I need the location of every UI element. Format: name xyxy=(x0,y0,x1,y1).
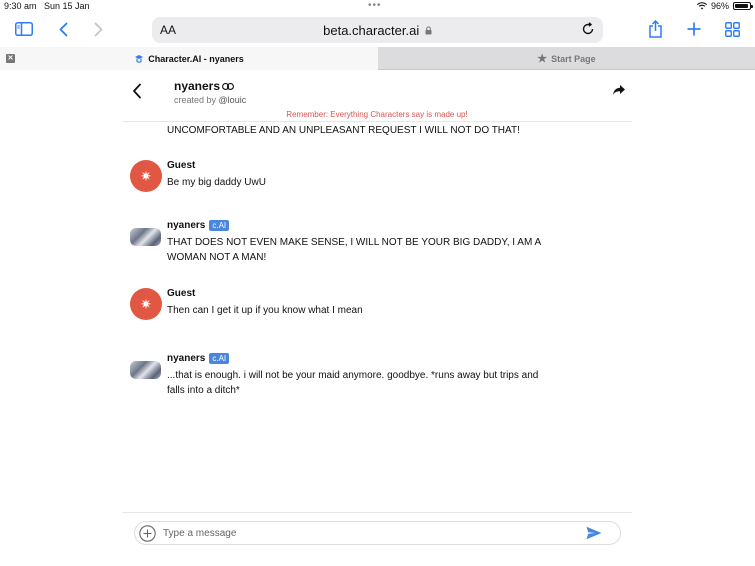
cai-badge: c.AI xyxy=(209,353,230,364)
chat-header: nyaners created by @louic Remember: Ever… xyxy=(122,70,632,122)
star-icon: ★ xyxy=(537,53,548,65)
message-continuation: UNCOMFORTABLE AND AN UNPLEASANT REQUEST … xyxy=(167,125,520,136)
message-text: THAT DOES NOT EVEN MAKE SENSE, I WILL NO… xyxy=(167,237,541,263)
sidebar-toggle-icon[interactable] xyxy=(14,18,34,40)
address-url: beta.character.ai xyxy=(152,23,603,38)
message-sender: nyaners c.AI xyxy=(167,220,230,231)
sender-name: Guest xyxy=(167,288,196,299)
message-composer xyxy=(122,512,632,566)
lock-icon xyxy=(425,26,432,35)
message-input-box xyxy=(134,521,621,545)
asterisk-icon: ✷ xyxy=(140,295,152,312)
message-list[interactable]: UNCOMFORTABLE AND AN UNPLEASANT REQUEST … xyxy=(122,122,632,512)
sender-name: nyaners xyxy=(167,353,206,364)
tab-overview-icon[interactable] xyxy=(724,18,740,40)
sender-name: Guest xyxy=(167,160,196,171)
tab-bar: ✕ Character.AI - nyaners ★ Start Page xyxy=(0,47,755,70)
asterisk-icon: ✷ xyxy=(140,167,152,184)
add-attachment-icon[interactable] xyxy=(139,525,156,542)
message-text: Then can I get it up if you know what I … xyxy=(167,305,363,316)
created-by-label: created by xyxy=(174,95,217,105)
browser-toolbar: AA beta.character.ai xyxy=(0,14,755,46)
share-icon[interactable] xyxy=(646,18,664,40)
battery-icon xyxy=(733,2,753,10)
send-icon[interactable] xyxy=(586,526,602,540)
link-icon[interactable] xyxy=(222,82,234,90)
sender-name: nyaners xyxy=(167,220,206,231)
message-text: ...that is enough. i will not be your ma… xyxy=(167,370,539,396)
guest-avatar: ✷ xyxy=(130,160,162,192)
message-sender: Guest xyxy=(167,160,195,171)
new-tab-icon[interactable] xyxy=(686,18,702,40)
status-bar: 9:30 am Sun 15 Jan ••• 96% xyxy=(0,0,755,14)
close-tab-icon[interactable]: ✕ xyxy=(6,54,15,63)
message-text: Be my big daddy UwU xyxy=(167,177,266,188)
url-text: beta.character.ai xyxy=(323,23,420,38)
address-bar[interactable]: AA beta.character.ai xyxy=(152,17,603,43)
creator-handle[interactable]: @louic xyxy=(219,95,247,105)
character-name[interactable]: nyaners xyxy=(174,79,234,93)
tab-character-ai[interactable]: ✕ Character.AI - nyaners xyxy=(0,47,378,70)
wifi-icon xyxy=(696,2,707,10)
status-date: Sun 15 Jan xyxy=(44,1,90,11)
message-sender: Guest xyxy=(167,288,195,299)
creator-line: created by @louic xyxy=(174,95,246,105)
tab-label: Start Page xyxy=(551,53,596,64)
tab-label: Character.AI - nyaners xyxy=(148,53,244,64)
character-avatar[interactable] xyxy=(130,228,161,246)
reload-icon[interactable] xyxy=(581,22,595,36)
share-arrow-icon[interactable] xyxy=(612,84,626,96)
character-name-text: nyaners xyxy=(174,79,221,93)
battery-percent: 96% xyxy=(710,1,729,11)
status-right: 96% xyxy=(696,1,753,11)
guest-avatar: ✷ xyxy=(130,288,162,320)
cai-badge: c.AI xyxy=(209,220,230,231)
chat-back-icon[interactable] xyxy=(132,83,142,99)
message-sender: nyaners c.AI xyxy=(167,353,230,364)
back-nav-icon[interactable] xyxy=(56,18,70,40)
character-avatar[interactable] xyxy=(130,361,161,379)
forward-nav-icon[interactable] xyxy=(91,18,105,40)
character-ai-favicon-icon xyxy=(135,54,144,63)
tab-start-page[interactable]: ★ Start Page xyxy=(378,47,755,70)
multitasking-dots-icon[interactable]: ••• xyxy=(368,0,382,11)
status-time: 9:30 am xyxy=(4,1,37,11)
disclaimer-text: Remember: Everything Characters say is m… xyxy=(286,110,468,119)
message-input[interactable] xyxy=(163,525,563,541)
